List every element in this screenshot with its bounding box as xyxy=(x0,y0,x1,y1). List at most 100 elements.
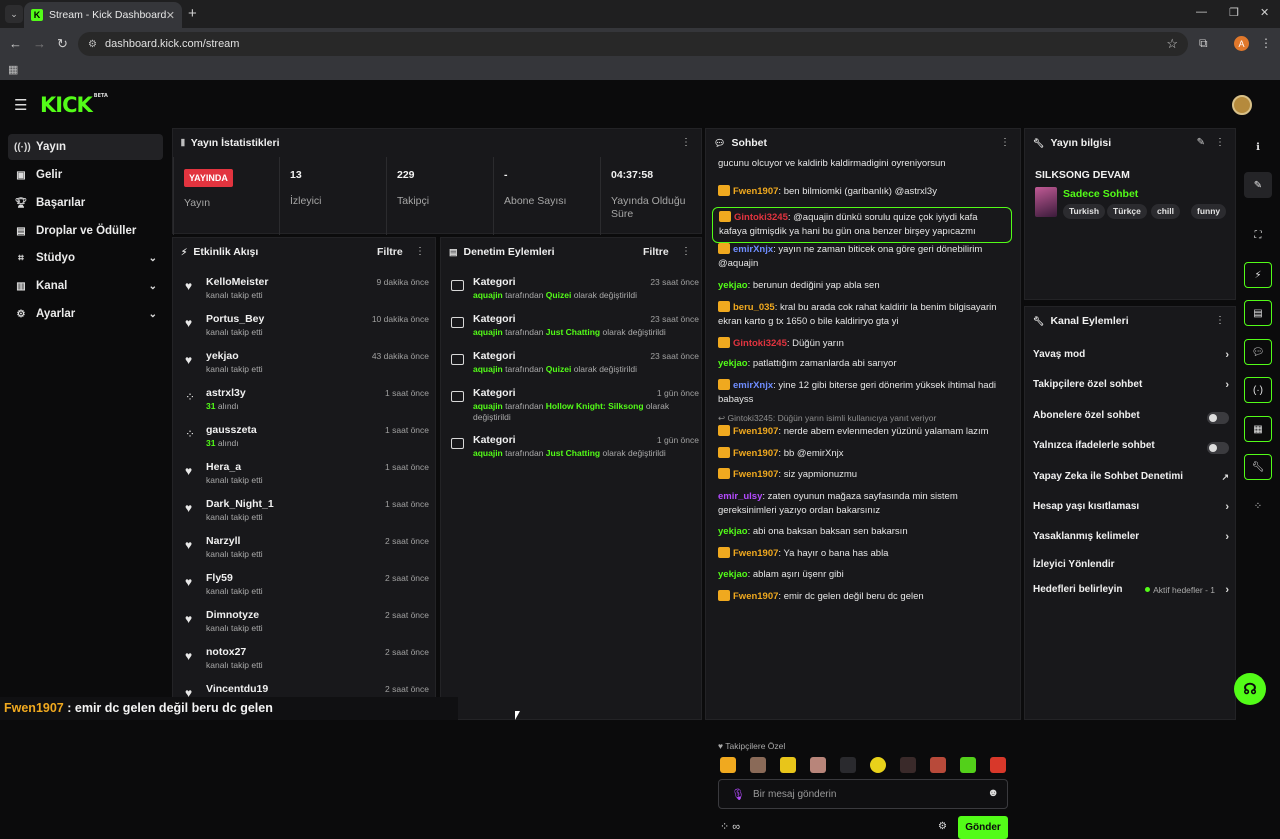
channel-action-item[interactable]: Yapay Zeka ile Sohbet Denetimi ↗ xyxy=(1033,471,1229,491)
activity-username[interactable]: Portus_Bey xyxy=(206,313,264,325)
user-avatar[interactable] xyxy=(1232,95,1252,115)
activity-item[interactable]: ♥ Narzyll kanalı takip etti 2 saat önce xyxy=(181,533,429,570)
category-name[interactable]: Quizei xyxy=(546,290,572,300)
activity-item[interactable]: ♥ Portus_Bey kanalı takip etti 10 dakika ön… xyxy=(181,311,429,348)
chat-username[interactable]: Gintoki3245 xyxy=(733,338,787,349)
chat-username[interactable]: Fwen1907 xyxy=(733,591,778,602)
filter-button[interactable]: Filtre xyxy=(643,246,669,258)
activity-item[interactable]: ⁘ astrxl3y 31 alındı 1 saat önce xyxy=(181,385,429,422)
channel-action-item[interactable]: Hesap yaşı kısıtlaması › xyxy=(1033,501,1229,521)
restore-icon[interactable]: ❐ xyxy=(1229,6,1239,19)
more-options-icon[interactable]: ⋮ xyxy=(681,246,691,257)
emote[interactable] xyxy=(840,757,856,773)
emote[interactable] xyxy=(750,757,766,773)
category-name[interactable]: Just Chatting xyxy=(546,327,600,337)
lightning-icon[interactable]: ⚡︎ xyxy=(1244,262,1272,288)
chat-username[interactable]: yekjao xyxy=(718,569,748,580)
chat-username[interactable]: yekjao xyxy=(718,358,748,369)
info-icon[interactable]: ℹ xyxy=(1244,134,1272,160)
activity-item[interactable]: ♥ KelloMeister kanalı takip etti 9 dakika ö… xyxy=(181,274,429,311)
chat-icon[interactable]: 💬︎ xyxy=(1244,339,1272,365)
activity-username[interactable]: Fly59 xyxy=(206,572,233,584)
channel-action-item[interactable]: Abonelere özel sohbet xyxy=(1033,410,1229,430)
profile-avatar[interactable]: A xyxy=(1234,36,1249,51)
chat-username[interactable]: Gintoki3245 xyxy=(734,212,788,223)
document-icon[interactable]: ▤ xyxy=(1244,300,1272,326)
channel-action-item[interactable]: İzleyici Yönlendir xyxy=(1033,559,1229,579)
chat-username[interactable]: beru_035 xyxy=(733,302,775,313)
kick-logo[interactable]: KICK BETA xyxy=(40,93,108,117)
broadcast-icon[interactable]: (·) xyxy=(1244,377,1272,403)
sidebar-item-ayarlar[interactable]: ⚙ Ayarlar ⌄ xyxy=(8,301,163,327)
forward-icon[interactable]: → xyxy=(33,36,46,51)
activity-username[interactable]: astrxl3y xyxy=(206,387,246,399)
moderator-name[interactable]: aquajin xyxy=(473,327,503,337)
channel-action-item[interactable]: Takipçilere özel sohbet › xyxy=(1033,379,1229,399)
edit-pencil-icon[interactable]: ✎ xyxy=(1244,172,1272,198)
more-options-icon[interactable]: ⋮ xyxy=(1215,137,1225,148)
activity-item[interactable]: ♥ Dimnotyze kanalı takip etti 2 saat önce xyxy=(181,607,429,644)
activity-username[interactable]: gausszeta xyxy=(206,424,257,436)
chat-username[interactable]: emirXnjx xyxy=(733,244,773,255)
channel-action-item[interactable]: Hedefleri belirleyin › Aktif hedefler - 1 xyxy=(1033,584,1229,604)
activity-username[interactable]: Narzyll xyxy=(206,535,240,547)
tab-search-icon[interactable]: ⌄ xyxy=(5,5,23,23)
toggle-switch[interactable] xyxy=(1207,442,1229,454)
chat-messages[interactable]: beru_035: gta ve diyer oyunlarda var ici… xyxy=(706,149,1022,741)
activity-username[interactable]: notox27 xyxy=(206,646,246,658)
bookmark-star-icon[interactable]: ☆ xyxy=(1166,36,1178,52)
chat-username[interactable]: yekjao xyxy=(718,526,748,537)
edit-pencil-icon[interactable]: ✎ xyxy=(1197,137,1205,148)
activity-username[interactable]: KelloMeister xyxy=(206,276,268,288)
moderator-name[interactable]: aquajin xyxy=(473,290,503,300)
sidebar-item-gelir[interactable]: ▣ Gelir xyxy=(8,162,163,188)
chat-message[interactable]: Fwen1907: siz yapmionuzmu xyxy=(718,468,1008,482)
emote[interactable] xyxy=(960,757,976,773)
category-name[interactable]: Just Chatting xyxy=(546,448,600,458)
moderator-name[interactable]: aquajin xyxy=(473,401,503,411)
category-name[interactable]: Quizei xyxy=(546,364,572,374)
emote[interactable] xyxy=(780,757,796,773)
moderator-name[interactable]: aquajin xyxy=(473,448,503,458)
help-icon[interactable]: ☊ xyxy=(1234,673,1266,705)
extensions-icon[interactable]: ⧉ xyxy=(1199,36,1208,51)
chat-username[interactable]: Fwen1907 xyxy=(733,469,778,480)
filter-button[interactable]: Filtre xyxy=(377,246,403,258)
activity-username[interactable]: Hera_a xyxy=(206,461,241,473)
community-icon[interactable]: ⁘ xyxy=(1244,493,1272,519)
new-tab-icon[interactable]: + xyxy=(188,5,197,22)
chat-username[interactable]: yekjao xyxy=(718,280,748,291)
stats-icon[interactable]: ▦ xyxy=(1244,416,1272,442)
category-name[interactable]: Hollow Knight: Silksong xyxy=(546,401,644,411)
more-options-icon[interactable]: ⋮ xyxy=(1000,137,1010,148)
chat-message[interactable]: emirXnjx: yine 12 gibi biterse geri döne… xyxy=(718,379,1008,407)
chat-message[interactable]: Fwen1907: emir dc gelen değil beru dc ge… xyxy=(718,590,1008,604)
reload-icon[interactable]: ↻ xyxy=(57,36,68,52)
wrench-icon[interactable]: 🔧︎ xyxy=(1244,454,1272,480)
reply-indicator[interactable]: ↩ Gintoki3245: Düğün yarın isimli kullan… xyxy=(718,411,1008,425)
sidebar-item-basarilar[interactable]: 🏆︎ Başarılar xyxy=(8,190,163,216)
browser-tab[interactable]: K Stream - Kick Dashboard ✕ xyxy=(24,2,182,28)
sidebar-item-yayin[interactable]: ((·)) Yayın xyxy=(8,134,163,160)
activity-item[interactable]: ♥ yekjao kanalı takip etti 43 dakika önce xyxy=(181,348,429,385)
menu-icon[interactable]: ☰ xyxy=(14,96,27,114)
moderator-name[interactable]: aquajin xyxy=(473,364,503,374)
chat-message[interactable]: yekjao: abi ona baksan baksan sen bakars… xyxy=(718,525,1008,539)
send-button[interactable]: Gönder xyxy=(958,816,1008,839)
chat-username[interactable]: Fwen1907 xyxy=(733,186,778,197)
emote[interactable] xyxy=(900,757,916,773)
chat-settings-gear-icon[interactable]: ⚙ xyxy=(938,821,947,832)
channel-action-item[interactable]: Yasaklanmış kelimeler › xyxy=(1033,531,1229,551)
activity-username[interactable]: Dimnotyze xyxy=(206,609,259,621)
activity-item[interactable]: ♥ Hera_a kanalı takip etti 1 saat önce xyxy=(181,459,429,496)
chat-message[interactable]: Fwen1907: nerde abem evlenmeden yüzünü y… xyxy=(718,425,1008,439)
emoji-icon[interactable]: ☻ xyxy=(987,787,999,799)
activity-item[interactable]: ⁘ gausszeta 31 alındı 1 saat önce xyxy=(181,422,429,459)
chat-message[interactable]: Fwen1907: ben bilmiomki (garibanlık) @as… xyxy=(718,185,1008,199)
chat-message[interactable]: Gintoki3245: Düğün yarın xyxy=(718,337,1008,351)
chat-message[interactable]: Fwen1907: Ya hayır o bana has abla xyxy=(718,547,1008,561)
emote[interactable] xyxy=(810,757,826,773)
stream-category[interactable]: Sadece Sohbet xyxy=(1063,188,1138,200)
window-close-icon[interactable]: ✕ xyxy=(1260,6,1269,19)
chat-message[interactable]: Gintoki3245: @aquajin dünkü sorulu quize… xyxy=(712,207,1012,243)
